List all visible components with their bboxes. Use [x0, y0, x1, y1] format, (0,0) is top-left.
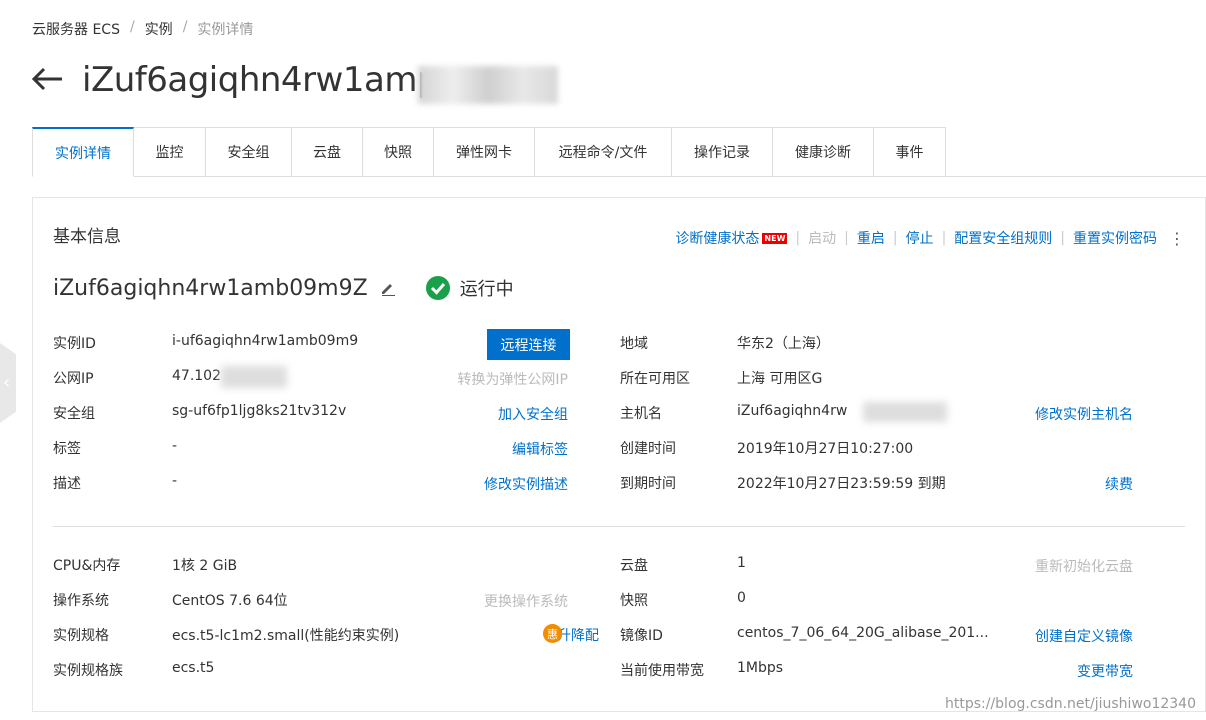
breadcrumb: 云服务器 ECS / 实例 / 实例详情 — [32, 19, 253, 39]
snapshot-label: 快照 — [620, 593, 648, 609]
divider: | — [941, 230, 947, 246]
divider: | — [892, 230, 898, 246]
check-circle-icon — [425, 276, 450, 300]
os-value: CentOS 7.6 64位 — [172, 593, 288, 609]
breadcrumb-separator: / — [129, 19, 135, 35]
expire-time-value: 2022年10月27日23:59:59 到期 — [737, 476, 946, 492]
zone-label: 所在可用区 — [620, 371, 690, 387]
cpu-memory-value: 1核 2 GiB — [172, 558, 238, 574]
discount-badge-icon: 惠 — [543, 624, 562, 643]
breadcrumb-current: 实例详情 — [197, 22, 254, 38]
image-id-label: 镜像ID — [620, 628, 663, 644]
bandwidth-label: 当前使用带宽 — [620, 663, 704, 679]
region-label: 地域 — [620, 336, 648, 352]
security-group-label: 安全组 — [53, 406, 95, 422]
snapshot-value: 0 — [737, 590, 746, 606]
created-time-value: 2019年10月27日10:27:00 — [737, 441, 914, 457]
public-ip-label: 公网IP — [53, 371, 94, 387]
reinit-disk-link: 重新初始化云盘 — [1035, 559, 1133, 575]
tab-instance-details[interactable]: 实例详情 — [32, 127, 134, 177]
section-divider — [53, 526, 1185, 527]
tab-events[interactable]: 事件 — [874, 127, 946, 177]
status-text: 运行中 — [459, 279, 514, 300]
edit-description-link[interactable]: 修改实例描述 — [484, 474, 568, 494]
redaction-blur — [863, 402, 947, 422]
instance-id-label: 实例ID — [53, 336, 96, 352]
start-link: 启动 — [808, 231, 837, 247]
divider: | — [795, 230, 801, 246]
expire-time-label: 到期时间 — [620, 476, 676, 492]
basic-info-panel: 基本信息 诊断健康状态 NEW | 启动 | 重启 | 停止 | 配置安全组规则… — [32, 197, 1206, 712]
instance-type-value: ecs.t5-lc1m2.small(性能约束实例) — [172, 628, 400, 644]
instance-name: iZuf6agiqhn4rw1amb09m9Z — [53, 275, 368, 301]
disk-label: 云盘 — [620, 558, 648, 574]
bandwidth-value: 1Mbps — [737, 660, 784, 676]
panel-title: 基本信息 — [53, 227, 121, 247]
edit-tags-link[interactable]: 编辑标签 — [512, 439, 568, 459]
diagnose-health-link[interactable]: 诊断健康状态 — [675, 228, 759, 248]
join-security-group-link[interactable]: 加入安全组 — [498, 404, 568, 424]
pencil-icon[interactable] — [380, 280, 396, 296]
description-value: - — [172, 473, 178, 489]
instance-id-value: i-uf6agiqhn4rw1amb09m9 — [172, 333, 359, 349]
renew-link[interactable]: 续费 — [1105, 474, 1133, 494]
change-bandwidth-link[interactable]: 变更带宽 — [1077, 661, 1133, 681]
restart-link[interactable]: 重启 — [857, 228, 885, 248]
public-ip-value: 47.102 — [172, 368, 221, 384]
created-time-label: 创建时间 — [620, 441, 676, 457]
convert-eip-link: 转换为弹性公网IP — [457, 372, 568, 388]
page-title: iZuf6agiqhn4rw1amр — [82, 60, 439, 100]
instance-family-value: ecs.t5 — [172, 660, 215, 676]
tab-monitoring[interactable]: 监控 — [134, 127, 206, 177]
tab-disks[interactable]: 云盘 — [292, 127, 363, 177]
divider: | — [844, 230, 849, 246]
tab-security-group[interactable]: 安全组 — [206, 127, 292, 177]
new-badge: NEW — [762, 232, 788, 244]
region-value: 华东2（上海） — [737, 336, 830, 352]
action-bar: 诊断健康状态 NEW | 启动 | 重启 | 停止 | 配置安全组规则 | 重置… — [675, 228, 1185, 248]
tags-value: - — [172, 438, 178, 454]
tab-snapshots[interactable]: 快照 — [363, 127, 434, 177]
os-label: 操作系统 — [53, 593, 109, 609]
instance-family-label: 实例规格族 — [53, 663, 123, 679]
security-group-value: sg-uf6fp1ljg8ks21tv312v — [172, 403, 347, 419]
hostname-value: iZuf6agiqhn4rw — [737, 403, 848, 419]
chevron-left-icon[interactable]: ‹ — [3, 372, 10, 393]
cpu-memory-label: CPU&内存 — [53, 558, 121, 574]
back-arrow-icon[interactable] — [31, 60, 66, 100]
stop-link[interactable]: 停止 — [906, 228, 934, 248]
config-security-group-link[interactable]: 配置安全组规则 — [954, 228, 1052, 248]
description-label: 描述 — [53, 476, 81, 492]
image-id-value: centos_7_06_64_20G_alibase_201... — [737, 625, 989, 641]
tab-bar: 实例详情 监控 安全组 云盘 快照 弹性网卡 远程命令/文件 操作记录 健康诊断… — [32, 127, 1206, 177]
tab-eni[interactable]: 弹性网卡 — [434, 127, 535, 177]
disk-value: 1 — [737, 555, 746, 571]
tab-operation-log[interactable]: 操作记录 — [672, 127, 773, 177]
tab-remote-command[interactable]: 远程命令/文件 — [535, 127, 672, 177]
hostname-label: 主机名 — [620, 406, 662, 422]
remote-connect-button[interactable]: 远程连接 — [487, 329, 570, 360]
edit-hostname-link[interactable]: 修改实例主机名 — [1035, 404, 1133, 424]
reset-password-link[interactable]: 重置实例密码 — [1073, 228, 1157, 248]
watermark: https://blog.csdn.net/jiushiwo12340 — [944, 696, 1196, 712]
change-os-link: 更换操作系统 — [484, 594, 568, 610]
upgrade-downgrade-link[interactable]: 升降配 — [557, 625, 599, 645]
zone-value: 上海 可用区G — [737, 371, 823, 387]
redaction-blur — [418, 66, 558, 104]
more-options-icon[interactable]: ⋮ — [1169, 229, 1185, 248]
instance-type-label: 实例规格 — [53, 628, 109, 644]
redaction-blur — [221, 366, 287, 388]
divider: | — [1060, 230, 1065, 246]
create-custom-image-link[interactable]: 创建自定义镜像 — [1035, 626, 1133, 646]
tags-label: 标签 — [53, 441, 81, 457]
breadcrumb-ecs[interactable]: 云服务器 ECS — [32, 19, 120, 39]
breadcrumb-separator: / — [182, 19, 188, 35]
tab-health-diagnosis[interactable]: 健康诊断 — [773, 127, 874, 177]
breadcrumb-instances[interactable]: 实例 — [145, 19, 173, 39]
